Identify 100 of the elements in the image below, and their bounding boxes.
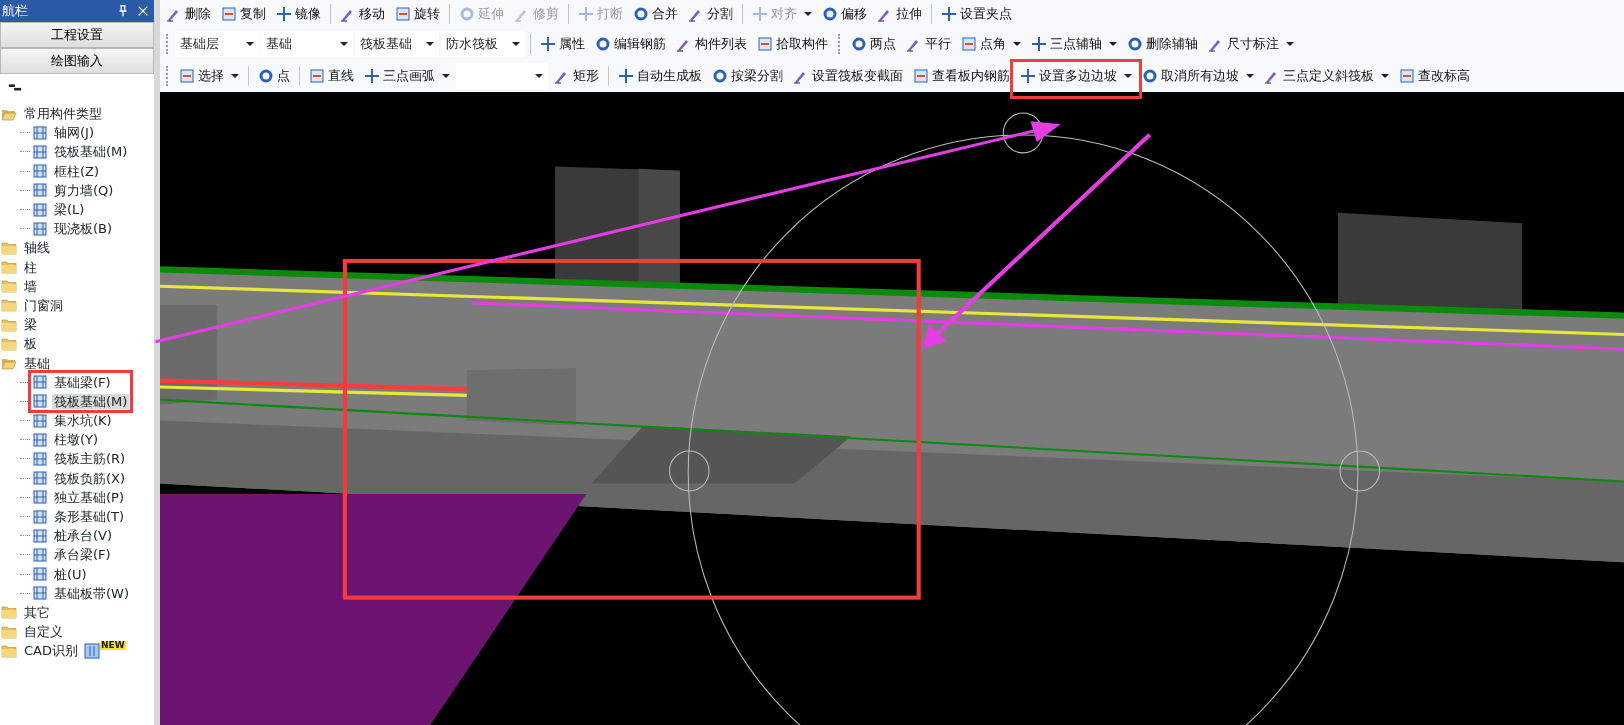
dropdown-field[interactable] [456,63,548,89]
tree-item[interactable]: 墙 [22,278,39,294]
component-icon [32,470,48,487]
toolbar-button[interactable]: 偏移 [818,3,871,25]
tool-icon [757,36,773,52]
toolbar-button[interactable]: 设置多边边坡 [1016,65,1136,87]
toolbar-button[interactable]: 查改标高 [1395,65,1474,87]
tree-item[interactable]: 轴线 [22,240,52,256]
component-icon [32,201,48,218]
toolbar-button[interactable]: 直线 [305,65,358,87]
toolbar-button[interactable]: 三点辅轴 [1027,33,1121,55]
toolbar-button[interactable]: 合并 [629,3,682,25]
tree-item[interactable]: 筏板基础(M) [52,393,130,409]
toolbar-button[interactable]: 属性 [536,33,589,55]
tree-item[interactable]: 筏板主筋(R) [52,451,128,467]
tree-item[interactable]: 自定义 [22,624,65,640]
component-icon [32,143,48,160]
tool-icon [459,6,475,22]
tool-icon [221,6,237,22]
tool-icon [1142,68,1158,84]
tool-icon [258,68,274,84]
tool-icon [364,68,380,84]
component-icon [32,182,48,199]
dropdown-field[interactable]: 基础层 [175,31,259,57]
tool-icon [179,68,195,84]
tree-item[interactable]: 桩(U) [52,566,89,582]
toolbar-button[interactable]: 分割 [684,3,737,25]
pane-title: 航栏 [2,2,29,21]
tree-item[interactable]: 常用构件类型 [22,106,104,122]
tool-icon [752,6,768,22]
toolbar-button[interactable]: 旋转 [391,3,444,25]
tree-item[interactable]: 其它 [22,604,52,620]
toolbar-button[interactable]: 三点定义斜筏板 [1260,65,1393,87]
toolbar-button[interactable]: 镜像 [272,3,325,25]
dropdown-field[interactable]: 筏板基础 [355,31,439,57]
tool-icon [822,6,838,22]
tool-icon [961,36,977,52]
tree-item[interactable]: 梁(L) [52,202,87,218]
tree-item[interactable]: 梁 [22,317,39,333]
component-icon [32,489,48,506]
tool-icon [595,36,611,52]
toolbar-button[interactable]: 设置夹点 [937,3,1016,25]
tool-icon [712,68,728,84]
tree-item[interactable]: 现浇板(B) [52,221,115,237]
tree-item[interactable]: CAD识别 [22,643,80,659]
toolbar-button[interactable]: 拾取构件 [753,33,832,55]
nav-button[interactable]: 工程设置 [0,22,154,48]
toolbar-button[interactable]: 平行 [902,33,955,55]
component-icon [32,508,48,525]
toolbar-button[interactable]: 尺寸标注 [1204,33,1298,55]
component-icon [32,527,48,544]
toolbar-button[interactable]: 移动 [336,3,389,25]
tree-item[interactable]: 轴网(J) [52,125,96,141]
tree-item[interactable]: 基础板带(W) [52,585,131,601]
tree-item[interactable]: 筏板负筋(X) [52,470,128,486]
tree-item[interactable]: 集水坑(K) [52,413,114,429]
toolbar-button[interactable]: 点 [254,65,294,87]
component-icon [32,220,48,237]
toolbar-button[interactable]: 取消所有边坡 [1138,65,1258,87]
toolbar-button[interactable]: 选择 [175,65,243,87]
toolbar-button[interactable]: 三点画弧 [360,65,454,87]
toolbar-button[interactable]: 构件列表 [672,33,751,55]
tool-icon [276,6,292,22]
toolbar-button[interactable]: 矩形 [550,65,603,87]
toolbar-button[interactable]: 设置筏板变截面 [789,65,907,87]
toolbar-button[interactable]: 点角 [957,33,1025,55]
nav-button[interactable]: 绘图输入 [0,48,154,74]
dropdown-field[interactable]: 基础 [261,31,353,57]
close-icon[interactable] [136,4,150,18]
component-icon [32,124,48,141]
toolbar-button[interactable]: 自动生成板 [614,65,706,87]
tool-icon [1399,68,1415,84]
tree-item[interactable]: 筏板基础(M) [52,144,130,160]
tree-item[interactable]: 剪力墙(Q) [52,182,116,198]
toolbar-button[interactable]: 拉伸 [873,3,926,25]
tool-icon [851,36,867,52]
tree-item[interactable]: 独立基础(P) [52,489,126,505]
tool-icon [913,68,929,84]
component-icon [32,412,48,429]
component-icon [32,566,48,583]
toolbar-button[interactable]: 编辑钢筋 [591,33,670,55]
toolbar-button[interactable]: 两点 [847,33,900,55]
toolbar-button[interactable]: 删除辅轴 [1123,33,1202,55]
dropdown-field[interactable]: 防水筏板 [441,31,525,57]
tree-item[interactable]: 条形基础(T) [52,509,127,525]
tree-item[interactable]: 板 [22,336,39,352]
tool-icon [1127,36,1143,52]
tree-item[interactable]: 柱墩(Y) [52,432,101,448]
tree-item[interactable]: 框柱(Z) [52,163,102,179]
tree-item[interactable]: 基础 [22,355,52,371]
tree-item[interactable]: 基础梁(F) [52,374,113,390]
toolbar-button[interactable]: 查看板内钢筋 [909,65,1014,87]
tool-icon [578,6,594,22]
tree-item[interactable]: 门窗洞 [22,297,65,313]
toolbar-button[interactable]: 按梁分割 [708,65,787,87]
tree-item[interactable]: 桩承台(V) [52,528,115,544]
tree-item[interactable]: 柱 [22,259,39,275]
tree-item[interactable]: 承台梁(F) [52,547,113,563]
toolbar-button[interactable]: 复制 [217,3,270,25]
toolbar-button[interactable]: 删除 [162,3,215,25]
